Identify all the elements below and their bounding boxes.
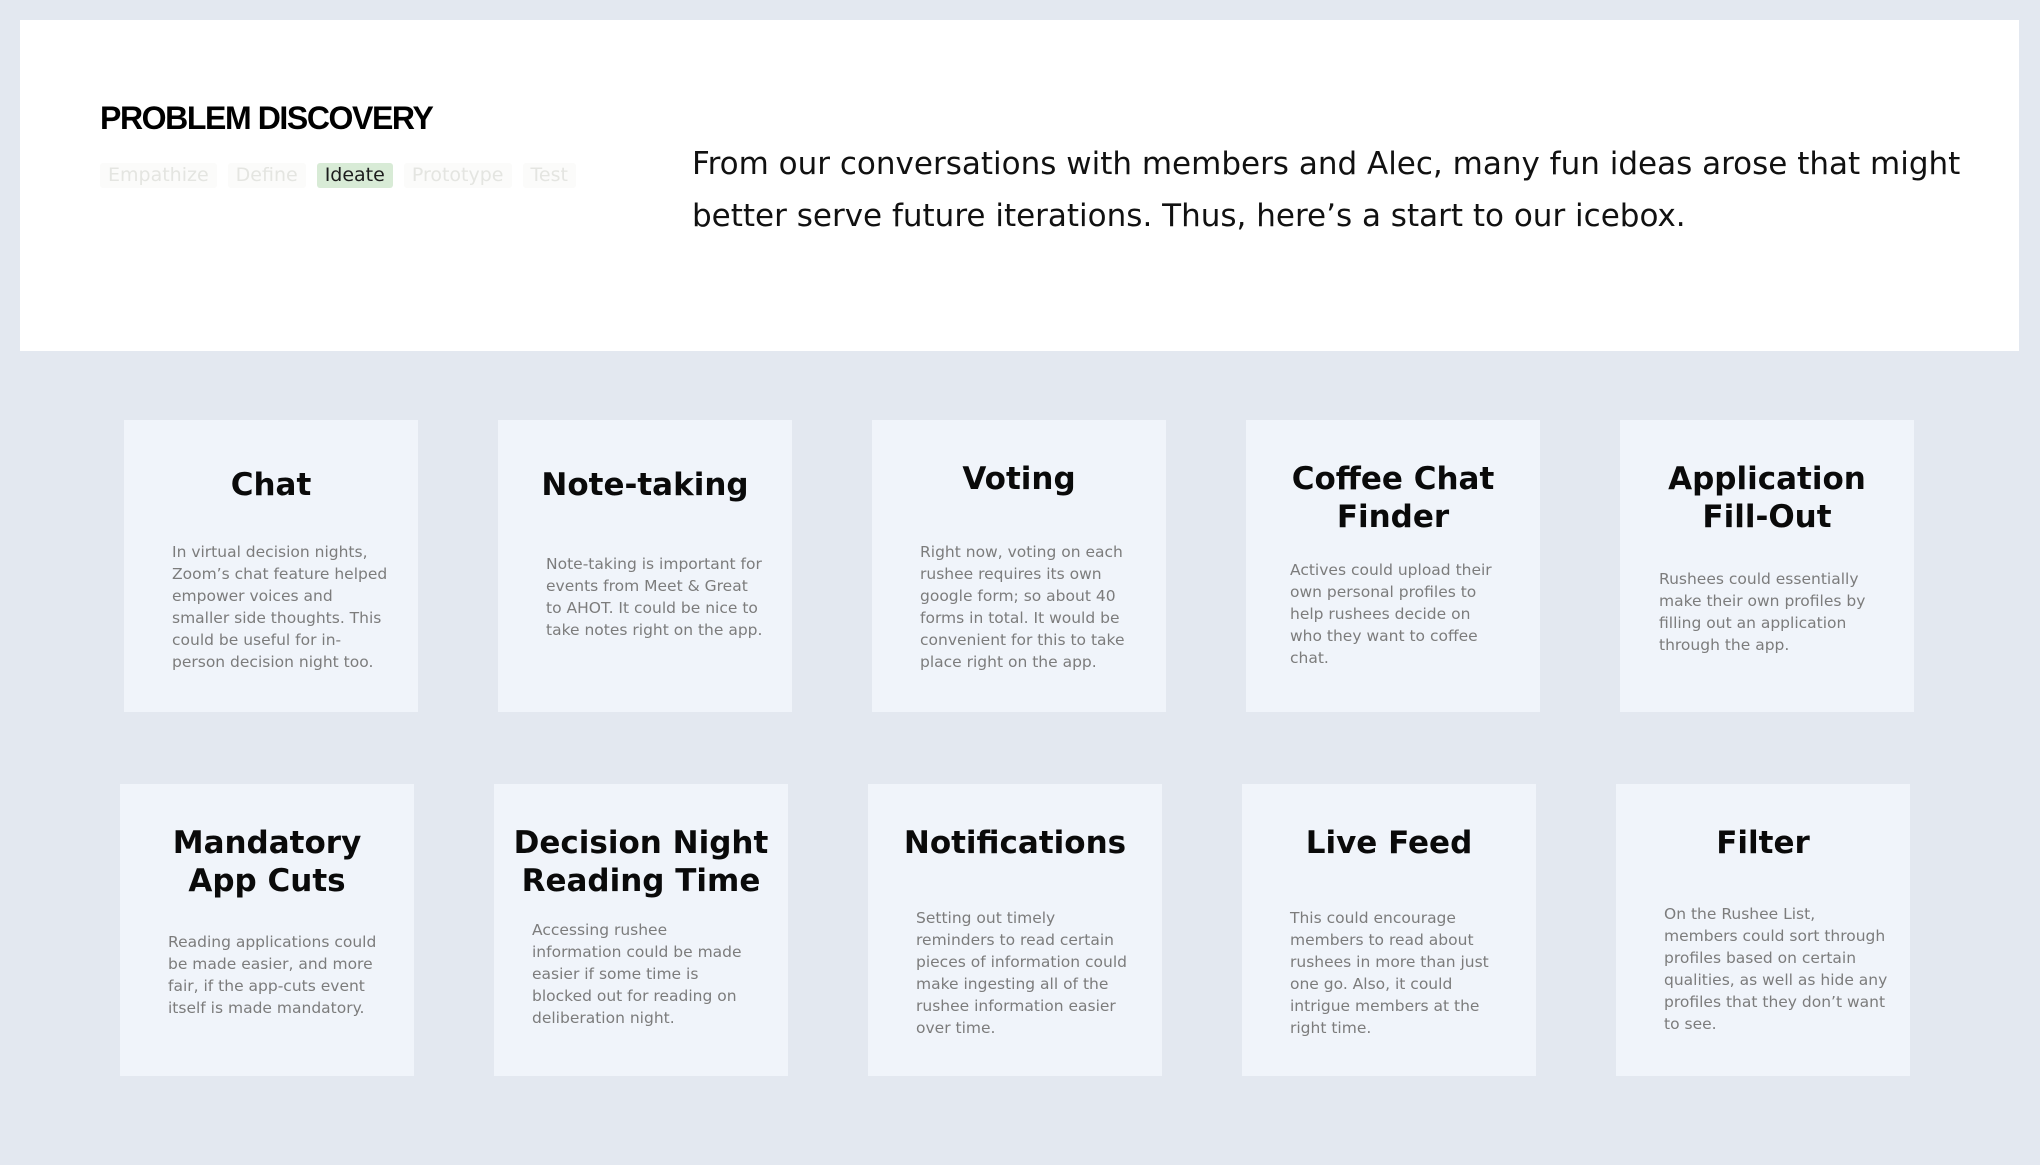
idea-card-text: Rushees could essentially make their own… bbox=[1659, 570, 1866, 654]
stage-ideate: Ideate bbox=[316, 163, 393, 188]
idea-card-text: Accessing rushee information could be ma… bbox=[532, 921, 742, 1027]
idea-card-text: On the Rushee List, members could sort t… bbox=[1664, 905, 1888, 1033]
idea-card-notifications: Notifications Setting out timely reminde… bbox=[868, 784, 1162, 1076]
idea-card-title: Coffee Chat Finder bbox=[1291, 461, 1495, 535]
stage-empathize: Empathize bbox=[100, 163, 217, 188]
idea-card-text: Actives could upload their own personal … bbox=[1290, 561, 1492, 667]
idea-card-text: In virtual decision nights, Zoom’s chat … bbox=[172, 543, 388, 671]
idea-card-text: Reading applications could be made easie… bbox=[168, 933, 377, 1017]
idea-card-title: Filter bbox=[1716, 825, 1810, 861]
idea-card-application-fill-out: Application Fill-Out Rushees could essen… bbox=[1620, 420, 1914, 712]
design-stages: Empathize Define Ideate Prototype Test bbox=[100, 163, 587, 188]
idea-card-text: Right now, voting on each rushee require… bbox=[920, 543, 1125, 671]
idea-card-coffee-chat-finder: Coffee Chat Finder Actives could upload … bbox=[1246, 420, 1540, 712]
idea-card-chat: Chat In virtual decision nights, Zoom’s … bbox=[124, 420, 418, 712]
idea-card-title: Note-taking bbox=[541, 467, 749, 503]
stage-define: Define bbox=[227, 163, 306, 188]
idea-card-note-taking: Note-taking Note-taking is important for… bbox=[498, 420, 792, 712]
idea-card-title: Mandatory App Cuts bbox=[172, 825, 362, 899]
stage-test: Test bbox=[522, 163, 576, 188]
idea-card-text: Note-taking is important for events from… bbox=[546, 555, 763, 639]
idea-card-text: This could encourage members to read abo… bbox=[1290, 909, 1489, 1037]
page-title: PROBLEM DISCOVERY bbox=[100, 100, 434, 136]
idea-card-mandatory-app-cuts: Mandatory App Cuts Reading applications … bbox=[120, 784, 414, 1076]
idea-card-text: Setting out timely reminders to read cer… bbox=[916, 909, 1127, 1037]
idea-card-title: Live Feed bbox=[1305, 825, 1473, 861]
idea-card-title: Voting bbox=[962, 461, 1076, 497]
idea-card-title: Application Fill-Out bbox=[1668, 461, 1866, 535]
idea-card-voting: Voting Right now, voting on each rushee … bbox=[872, 420, 1166, 712]
idea-card-title: Chat bbox=[230, 467, 312, 503]
idea-card-filter: Filter On the Rushee List, members could… bbox=[1616, 784, 1910, 1076]
idea-card-title: Decision Night Reading Time bbox=[513, 825, 769, 899]
stage-prototype: Prototype bbox=[403, 163, 512, 188]
intro-text: From our conversations with members and … bbox=[692, 146, 1961, 234]
idea-card-live-feed: Live Feed This could encourage members t… bbox=[1242, 784, 1536, 1076]
idea-card-decision-night-reading-time: Decision Night Reading Time Accessing ru… bbox=[494, 784, 788, 1076]
idea-card-title: Notifications bbox=[903, 825, 1127, 861]
